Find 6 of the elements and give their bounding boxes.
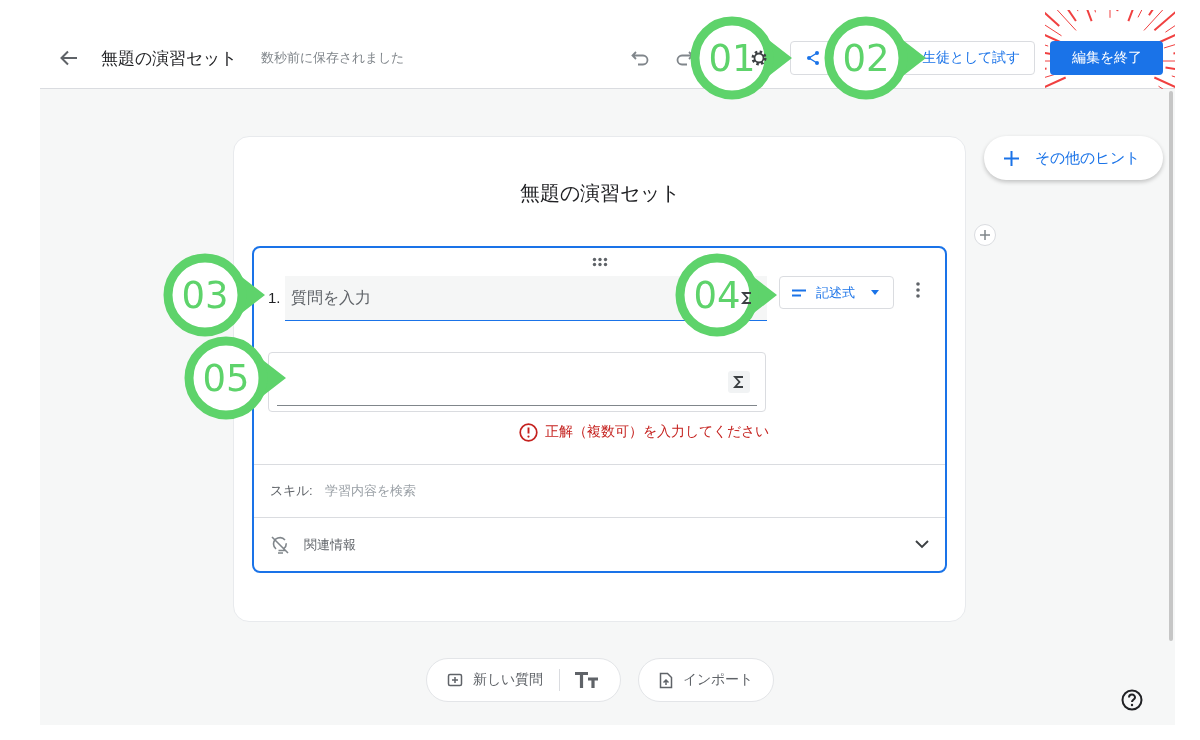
card-title: 無題の演習セット [518,181,681,206]
skills-label: スキル: [270,482,313,500]
page-title: 無題の演習セット [101,47,237,70]
error-message: 正解（複数可）を入力してください [545,423,769,441]
save-status: 数秒前に保存されました [261,49,404,67]
question-number: 1. [268,289,282,306]
